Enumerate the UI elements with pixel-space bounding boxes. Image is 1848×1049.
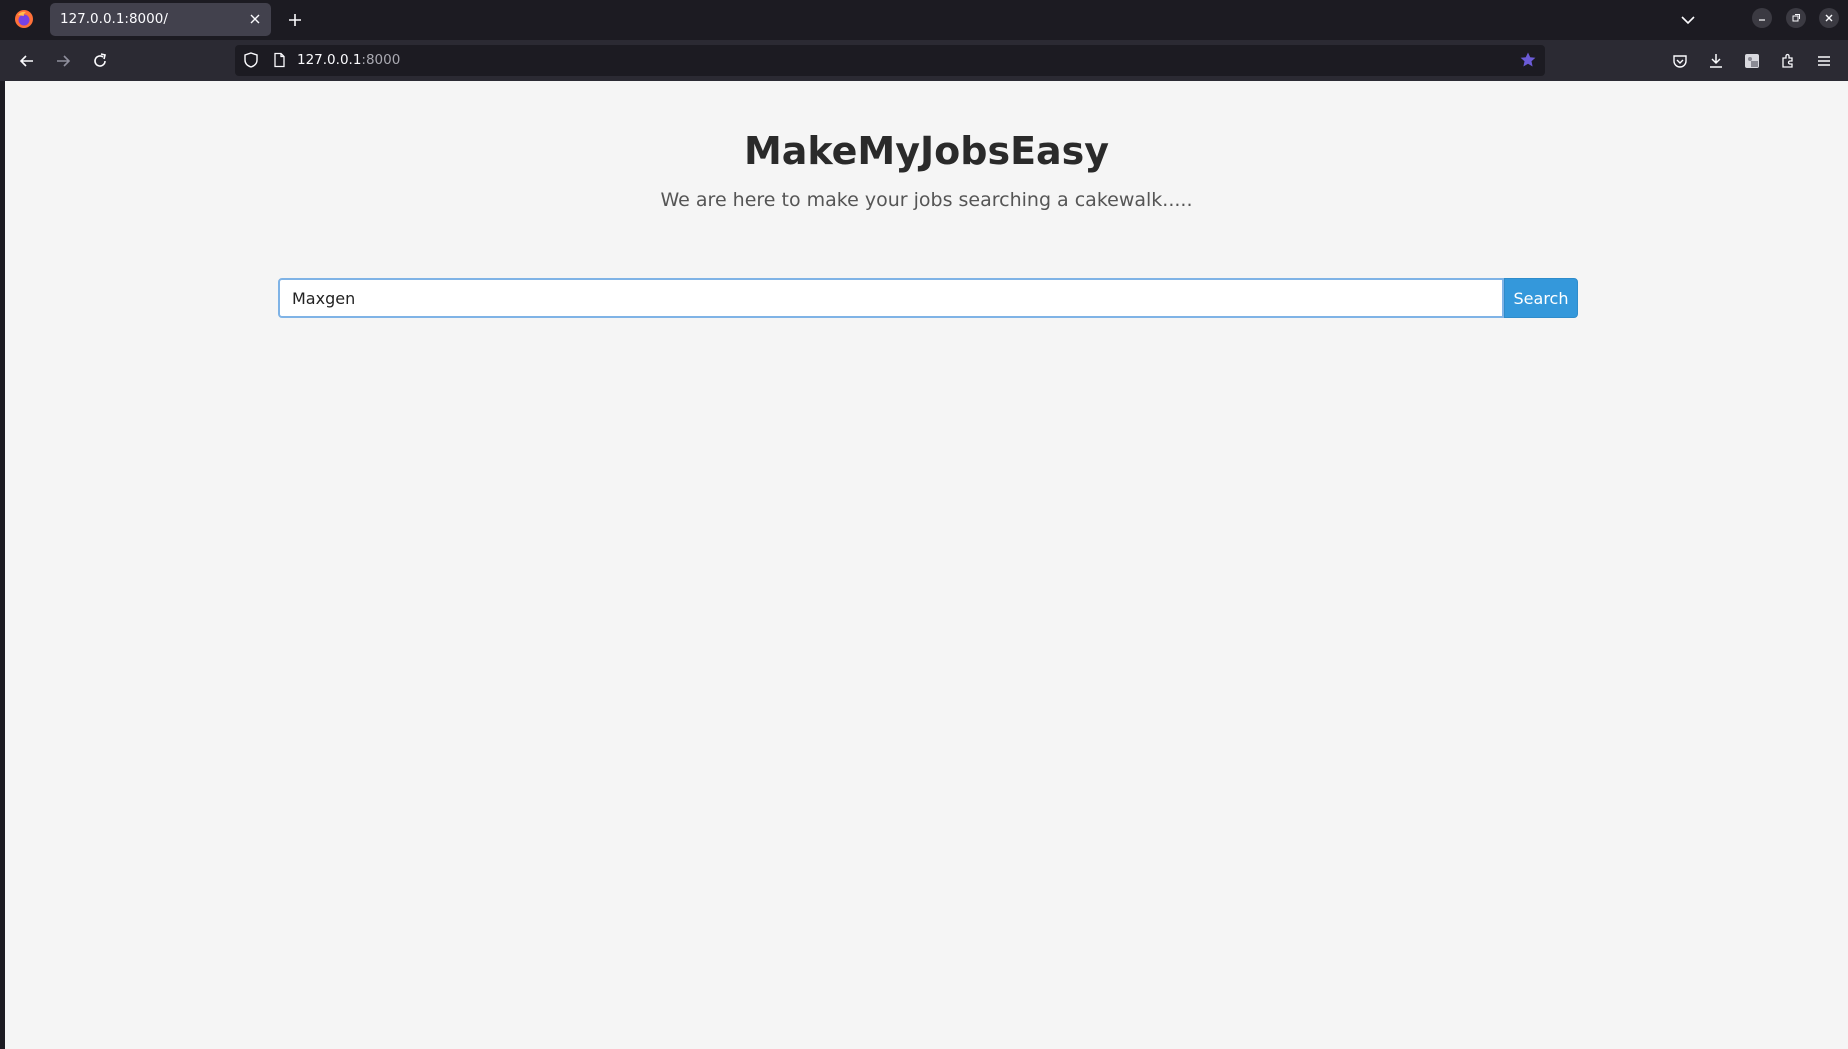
bookmark-star-icon[interactable] — [1519, 51, 1537, 69]
url-port: :8000 — [361, 52, 401, 68]
restore-window-icon[interactable] — [1786, 8, 1806, 28]
tab-title: 127.0.0.1:8000/ — [60, 11, 168, 27]
extensions-icon[interactable] — [1777, 50, 1799, 72]
navigation-toolbar: 127.0.0.1:8000 — [0, 40, 1848, 81]
search-input[interactable] — [278, 278, 1504, 318]
page-subtitle: We are here to make your jobs searching … — [660, 189, 1193, 211]
url-text[interactable]: 127.0.0.1:8000 — [297, 52, 400, 68]
back-arrow-icon[interactable] — [14, 48, 40, 74]
reload-icon[interactable] — [87, 48, 113, 74]
close-tab-icon[interactable] — [245, 9, 265, 29]
new-tab-icon[interactable] — [283, 8, 307, 32]
tab-strip: 127.0.0.1:8000/ — [0, 0, 1848, 40]
account-avatar-icon[interactable] — [1741, 50, 1763, 72]
downloads-icon[interactable] — [1705, 50, 1727, 72]
close-window-icon[interactable] — [1819, 8, 1839, 28]
page-content: MakeMyJobsEasy We are here to make your … — [5, 81, 1848, 1049]
page-info-icon[interactable] — [271, 52, 287, 68]
list-all-tabs-icon[interactable] — [1676, 8, 1700, 32]
page-title: MakeMyJobsEasy — [743, 129, 1110, 173]
forward-arrow-icon[interactable] — [50, 48, 76, 74]
url-host: 127.0.0.1 — [297, 52, 362, 68]
app-menu-icon[interactable] — [1813, 50, 1835, 72]
search-button[interactable]: Search — [1504, 278, 1578, 318]
firefox-logo-icon[interactable] — [14, 9, 34, 29]
active-tab[interactable]: 127.0.0.1:8000/ — [50, 3, 271, 36]
address-bar[interactable]: 127.0.0.1:8000 — [235, 45, 1545, 76]
tracking-protection-shield-icon[interactable] — [243, 52, 259, 68]
minimize-window-icon[interactable] — [1752, 8, 1772, 28]
pocket-icon[interactable] — [1669, 50, 1691, 72]
